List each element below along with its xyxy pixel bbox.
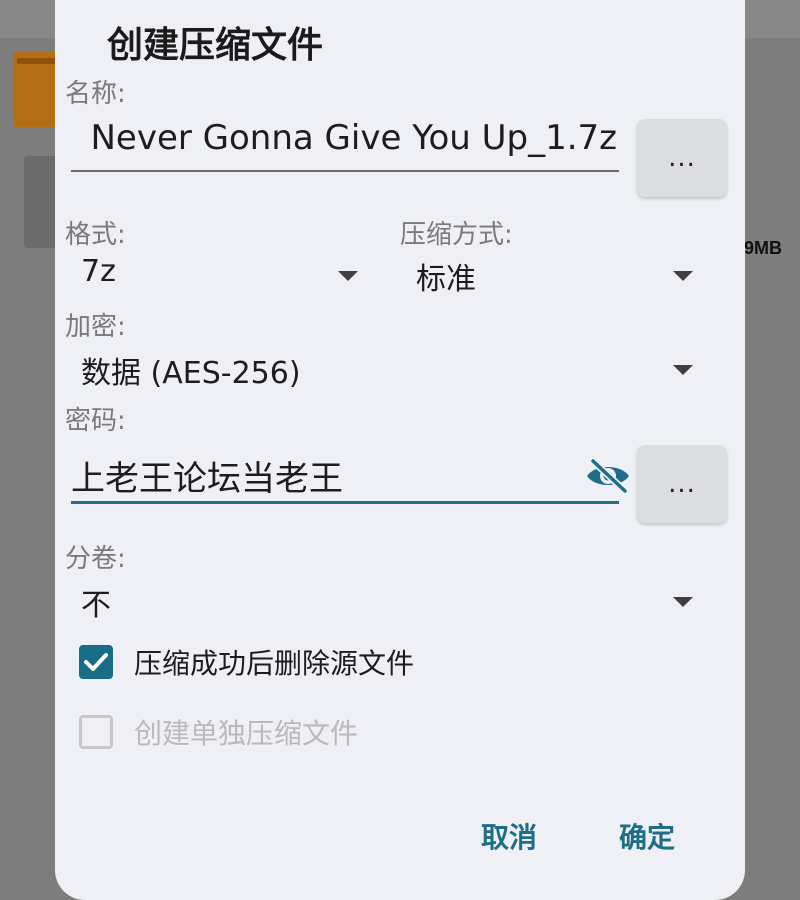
split-value: 不 <box>81 588 111 623</box>
name-label: 名称: <box>65 79 126 109</box>
caret-down-icon <box>673 597 693 607</box>
caret-down-icon <box>673 271 693 281</box>
name-browse-button[interactable]: ... <box>637 119 727 197</box>
eye-off-icon[interactable] <box>585 459 631 493</box>
format-dropdown[interactable]: 7z <box>75 252 367 302</box>
format-label: 格式: <box>65 220 126 250</box>
encryption-label: 加密: <box>65 312 126 342</box>
caret-down-icon <box>338 271 358 281</box>
separate-archive-checkbox <box>79 715 113 749</box>
compression-dropdown[interactable]: 标准 <box>410 252 702 302</box>
create-archive-dialog: 创建压缩文件 名称: Never Gonna Give You Up_1.7z … <box>55 0 745 900</box>
password-label: 密码: <box>65 406 126 436</box>
file-size-text: 9MB <box>744 238 783 258</box>
archive-name-value: Never Gonna Give You Up_1.7z <box>90 118 617 158</box>
checkmark-icon <box>84 653 108 671</box>
password-value: 上老王论坛当老王 <box>71 459 343 499</box>
format-value: 7z <box>81 254 116 289</box>
delete-source-checkbox[interactable] <box>79 645 113 679</box>
folder-icon <box>13 52 61 127</box>
separate-archive-checkbox-row: 创建单独压缩文件 <box>79 712 559 752</box>
compression-label: 压缩方式: <box>400 220 513 250</box>
encryption-value: 数据 (AES-256) <box>81 356 301 391</box>
encryption-dropdown[interactable]: 数据 (AES-256) <box>75 346 702 396</box>
split-label: 分卷: <box>65 544 126 574</box>
caret-down-icon <box>673 365 693 375</box>
delete-source-label: 压缩成功后删除源文件 <box>134 647 415 680</box>
delete-source-checkbox-row[interactable]: 压缩成功后删除源文件 <box>79 642 559 682</box>
archive-name-input[interactable]: Never Gonna Give You Up_1.7z <box>71 114 619 172</box>
dialog-title: 创建压缩文件 <box>107 25 324 66</box>
compression-value: 标准 <box>416 262 476 297</box>
password-input[interactable]: 上老王论坛当老王 <box>71 445 629 504</box>
separate-archive-label: 创建单独压缩文件 <box>134 717 359 750</box>
ok-button[interactable]: 确定 <box>619 816 675 856</box>
cancel-button[interactable]: 取消 <box>481 816 537 856</box>
password-generate-button[interactable]: ... <box>637 445 727 523</box>
split-dropdown[interactable]: 不 <box>75 578 702 628</box>
